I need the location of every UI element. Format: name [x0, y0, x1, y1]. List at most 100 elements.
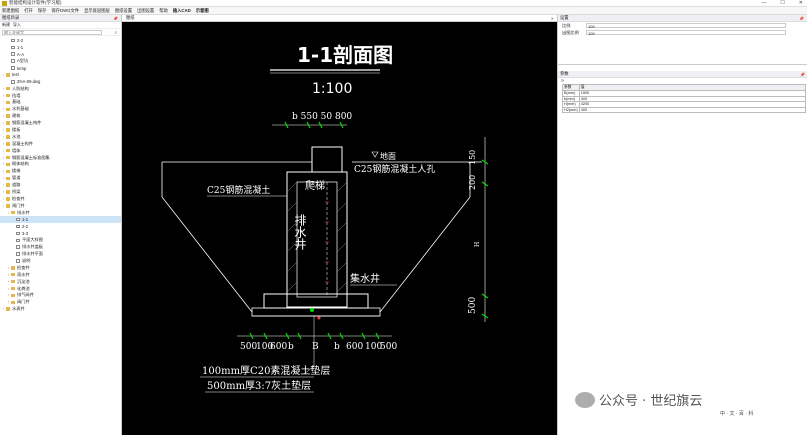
folder-icon — [6, 114, 10, 118]
wechat-logo-icon — [575, 391, 595, 408]
tree-item[interactable]: › 建筑 — [0, 113, 121, 120]
tree-item-label: test — [12, 72, 19, 78]
tree-item[interactable]: › 混凝土构件 — [0, 140, 121, 147]
minimize-icon[interactable]: — — [761, 0, 766, 6]
tree-item[interactable]: › 墙体 — [0, 147, 121, 154]
scale-input[interactable]: 100 — [586, 23, 786, 29]
catalog-toolbar: 新建 导入 — [0, 22, 121, 29]
label-wall: C25钢筋混凝土 — [207, 184, 270, 196]
tree-item[interactable]: 2-2 — [0, 37, 121, 44]
file-icon — [16, 252, 20, 256]
dim-right-h: H — [474, 242, 481, 247]
menu-item-save[interactable]: 保存 — [38, 8, 47, 14]
tree-item[interactable]: › 道路 — [0, 182, 121, 189]
tree-item[interactable]: › 挡墙 — [0, 92, 121, 99]
cad-drawing[interactable]: 1-1剖面图 1:100 b 550 50 800 地面 C25钢筋混凝土人孔 … — [122, 22, 557, 435]
tree-item-label: 基础 — [12, 99, 21, 105]
folder-icon — [6, 183, 10, 187]
tree-item[interactable]: › 基础 — [0, 99, 121, 106]
search-icon[interactable]: ⌕ — [114, 30, 117, 35]
file-icon — [11, 52, 15, 56]
output-scale-input[interactable]: 100 — [586, 30, 786, 36]
tree-item[interactable]: › 化粪池 — [0, 285, 121, 292]
menu-item-open[interactable]: 打开 — [24, 8, 33, 14]
tree-item-label: temp — [17, 65, 27, 71]
folder-icon — [6, 121, 10, 125]
tree-item[interactable]: › 检查井 — [0, 264, 121, 271]
import-button[interactable]: 导入 — [13, 22, 21, 28]
settings-header: 设置 📌 — [558, 15, 807, 22]
tree-item[interactable]: 2-2 — [0, 223, 121, 230]
close-icon[interactable]: ✕ — [799, 0, 803, 6]
tree-item[interactable]: › 桥梁 — [0, 189, 121, 196]
tree-item[interactable]: 排水井平面 — [0, 251, 121, 258]
dim-bottom-6: b — [334, 342, 340, 352]
tree-item[interactable]: › 管道 — [0, 175, 121, 182]
tree-item-label: 排气阀井 — [17, 292, 34, 298]
tree-item[interactable]: A-A — [0, 51, 121, 58]
tree-item-label: 水表井 — [12, 306, 25, 312]
tree-item[interactable]: › 钢筋混凝土标准图集 — [0, 154, 121, 161]
maximize-icon[interactable]: ☐ — [780, 0, 784, 6]
param-value[interactable]: 400 — [578, 106, 807, 113]
tree-item-label: A-A — [17, 51, 24, 57]
menu-item-output-settings[interactable]: 出图设置 — [137, 8, 154, 14]
tree-item[interactable]: › 水池 — [0, 133, 121, 140]
tree-item[interactable]: 1-1 — [0, 216, 121, 224]
tree-item[interactable]: › 排水井 — [0, 209, 121, 216]
tree-item[interactable]: 1-1 — [0, 44, 121, 51]
file-icon — [16, 245, 20, 249]
tree-item[interactable]: › test — [0, 71, 121, 78]
refresh-icon[interactable]: ⟳ — [561, 78, 564, 83]
file-icon — [11, 59, 15, 63]
tree-item[interactable]: › 雨水井 — [0, 271, 121, 278]
tree-item-label: 水池 — [12, 133, 21, 139]
params-title: 参数 — [560, 71, 569, 76]
tree-item-label: 道路 — [12, 182, 21, 188]
tree-item[interactable]: 排水井盖板 — [0, 244, 121, 251]
note-c20-cushion: 100mm厚C20素混凝土垫层 — [202, 364, 330, 377]
tree-item[interactable]: › 水利基础 — [0, 106, 121, 113]
tree-item[interactable]: › 钢筋混凝土构件 — [0, 120, 121, 127]
menu-item-diagram[interactable]: 示意图 — [196, 8, 209, 14]
tree-item[interactable]: 平面大样图 — [0, 237, 121, 244]
tree-item-label: 1-1 — [17, 44, 24, 50]
tree-item-label: 排水井平面 — [22, 251, 43, 257]
tree-item[interactable]: › 水表井 — [0, 306, 121, 313]
tree-item[interactable]: › 楼梯 — [0, 168, 121, 175]
tree-item[interactable]: › 阀门井 — [0, 299, 121, 306]
menu-item-drawing-settings[interactable]: 图纸设置 — [115, 8, 132, 14]
tree-item[interactable]: 3-3 — [0, 230, 121, 237]
menu-item-insert-cad[interactable]: 插入CAD — [173, 8, 191, 14]
close-icon[interactable]: ✕ — [551, 16, 554, 21]
watermark: 公众号 · 世纪旗云 — [575, 390, 702, 409]
tree-item[interactable]: A型坑 — [0, 58, 121, 65]
menu-item-new[interactable]: 新建图纸 — [2, 8, 19, 14]
tree-item[interactable]: temp — [0, 65, 121, 72]
tree-item[interactable]: › 沉淀池 — [0, 278, 121, 285]
tree-item[interactable]: 说明 — [0, 258, 121, 265]
menu-item-layers[interactable]: 显示底层图层 — [84, 8, 110, 14]
tree-item[interactable]: › 检查井 — [0, 195, 121, 202]
menu-item-help[interactable]: 帮助 — [159, 8, 168, 14]
tab-drawing[interactable]: 图纸 — [126, 15, 135, 21]
window-title: 智能结构设计软件(学习版) — [9, 0, 62, 5]
pin-icon[interactable]: 📌 — [113, 16, 118, 21]
tree-item[interactable]: ZHA-09.dwg — [0, 78, 121, 85]
tree-item[interactable]: › 砌体结构 — [0, 161, 121, 168]
drawing-scale: 1:100 — [312, 81, 352, 97]
tree-item[interactable]: › 闸门井 — [0, 202, 121, 209]
search-input[interactable] — [2, 29, 102, 35]
table-row: H2(mm) 400 — [562, 106, 807, 113]
pin-icon[interactable]: 📌 — [800, 72, 805, 77]
new-button[interactable]: 新建 — [2, 22, 10, 28]
pin-icon[interactable]: 📌 — [799, 16, 804, 21]
tree-item[interactable]: › 排气阀井 — [0, 292, 121, 299]
tree-item[interactable]: › 人防结构 — [0, 85, 121, 92]
tree-item[interactable]: › 楼板 — [0, 127, 121, 134]
tree-item-label: 建筑 — [12, 113, 21, 119]
setting-row-output-scale: 出图比例 100 — [558, 29, 807, 36]
tree-item-label: 混凝土构件 — [12, 140, 33, 146]
menu-item-save-dwg[interactable]: 保存DWG文件 — [51, 8, 79, 14]
dim-bottom-1: 500 — [240, 342, 257, 352]
